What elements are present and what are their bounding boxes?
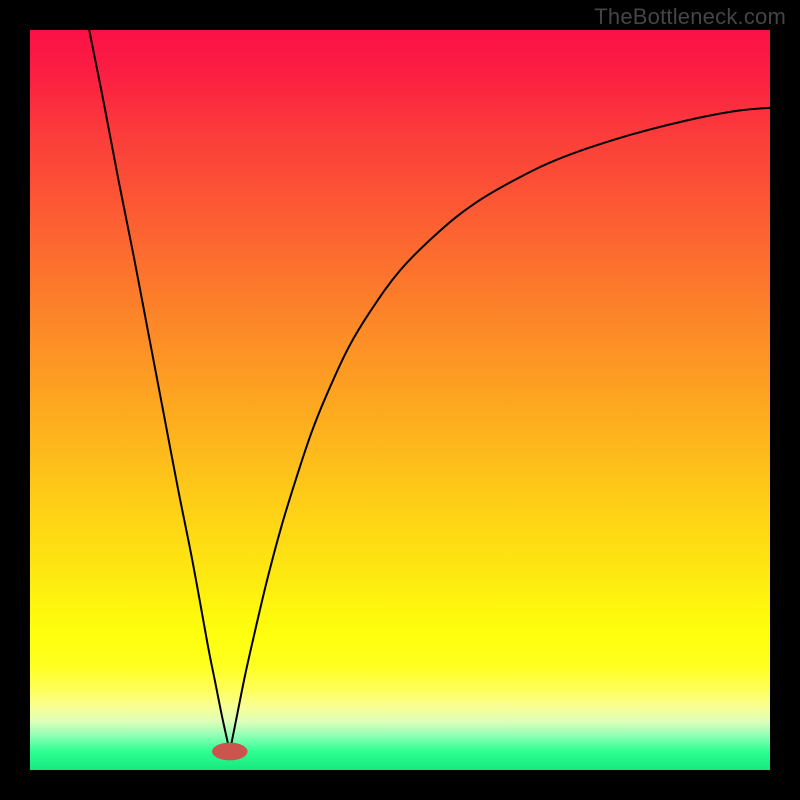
watermark-text: TheBottleneck.com	[594, 4, 786, 30]
gradient-background	[30, 30, 770, 770]
plot-area	[30, 30, 770, 770]
annotation-group	[212, 743, 248, 761]
chart-frame: TheBottleneck.com	[0, 0, 800, 800]
plot-svg	[30, 30, 770, 770]
minimum-marker	[212, 743, 248, 761]
